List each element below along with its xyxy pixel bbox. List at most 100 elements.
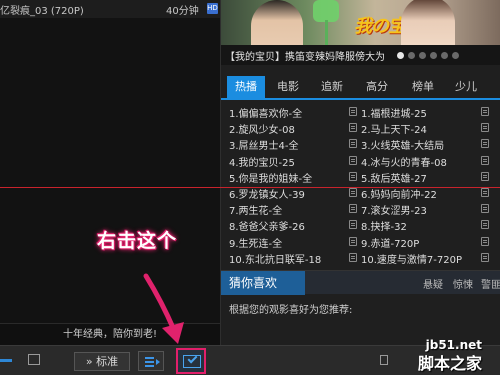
tab-new[interactable]: 追新 bbox=[317, 76, 347, 98]
details-icon[interactable] bbox=[481, 236, 489, 246]
details-icon[interactable] bbox=[481, 188, 489, 197]
fullscreen-icon[interactable] bbox=[28, 354, 40, 365]
side-panel-toggle-button[interactable] bbox=[176, 348, 206, 374]
annotation-arrow-icon bbox=[143, 273, 184, 344]
list-item[interactable]: 5.敌后英雄-27 bbox=[361, 169, 489, 185]
guide-line bbox=[0, 187, 500, 188]
details-icon[interactable] bbox=[481, 204, 489, 214]
playlist-arrow-icon bbox=[156, 359, 160, 365]
tag-crime[interactable]: 警匪 bbox=[481, 276, 500, 291]
promo-banner[interactable]: 我の宝贝 bbox=[221, 0, 500, 45]
details-icon[interactable] bbox=[349, 236, 357, 246]
list-item[interactable]: 5.你是我的姐妹-全 bbox=[229, 169, 357, 185]
quality-button[interactable]: » 标准 bbox=[74, 352, 130, 371]
settings-icon[interactable] bbox=[380, 355, 388, 365]
list-item-title[interactable]: 6.妈妈向前冲-22 bbox=[361, 186, 437, 201]
details-icon[interactable] bbox=[481, 107, 489, 116]
tag-thriller[interactable]: 惊悚 bbox=[453, 276, 473, 291]
volume-slider[interactable] bbox=[0, 359, 12, 362]
carousel-dot[interactable] bbox=[430, 52, 437, 59]
details-icon[interactable] bbox=[349, 107, 357, 116]
list-item[interactable]: 7.两生花-全 bbox=[229, 201, 357, 217]
list-item[interactable]: 4.冰与火的青春-08 bbox=[361, 153, 489, 169]
list-item[interactable]: 2.旋风少女-08 bbox=[229, 120, 357, 136]
banner-actor-image bbox=[251, 0, 303, 45]
list-item-title[interactable]: 9.生死连-全 bbox=[229, 235, 282, 250]
banner-caption-bar[interactable]: 【我的宝贝】携笛变辣妈降服傍大为 bbox=[221, 45, 500, 65]
details-icon[interactable] bbox=[349, 123, 357, 133]
details-icon[interactable] bbox=[349, 252, 357, 262]
list-item[interactable]: 10.东北抗日联军-18 bbox=[229, 250, 357, 266]
tab-movies[interactable]: 电影 bbox=[273, 76, 303, 98]
video-list: 1.偏偏喜欢你-全 2.旋风少女-08 3.屌丝男士4-全 4.我的宝贝-25 5.你是… bbox=[221, 104, 500, 266]
banner-caption[interactable]: 【我的宝贝】携笛变辣妈降服傍大为 bbox=[225, 48, 385, 63]
list-item[interactable]: 1.福根进城-25 bbox=[361, 104, 489, 120]
details-icon[interactable] bbox=[349, 188, 357, 197]
player-title-bar: 亿裂痕_03 (720P) 40分钟 HD bbox=[0, 0, 220, 18]
list-item-title[interactable]: 1.偏偏喜欢你-全 bbox=[229, 105, 302, 120]
list-item-title[interactable]: 8.爸爸父亲爹-26 bbox=[229, 218, 305, 233]
carousel-dot[interactable] bbox=[419, 52, 426, 59]
list-item[interactable]: 3.屌丝男士4-全 bbox=[229, 136, 357, 152]
tab-top-rated[interactable]: 高分 bbox=[362, 76, 392, 98]
details-icon[interactable] bbox=[481, 155, 489, 165]
category-tabs: 热播 电影 追新 高分 榜单 少儿 bbox=[221, 76, 500, 100]
tab-rankings[interactable]: 榜单 bbox=[408, 76, 438, 98]
details-icon[interactable] bbox=[349, 155, 357, 165]
list-item[interactable]: 8.爸爸父亲爹-26 bbox=[229, 217, 357, 233]
details-icon[interactable] bbox=[349, 220, 357, 230]
details-icon[interactable] bbox=[481, 171, 489, 181]
list-item[interactable]: 9.赤道-720P bbox=[361, 234, 489, 250]
banner-prop-handle bbox=[325, 20, 328, 45]
carousel-dot[interactable] bbox=[397, 52, 404, 59]
recommend-bar: 猜你喜欢 悬疑 惊悚 警匪 bbox=[221, 270, 500, 295]
list-item-title[interactable]: 7.两生花-全 bbox=[229, 202, 282, 217]
tab-hot[interactable]: 热播 bbox=[227, 76, 265, 98]
details-icon[interactable] bbox=[349, 139, 357, 149]
list-item-title[interactable]: 2.马上天下-24 bbox=[361, 121, 427, 136]
details-icon[interactable] bbox=[349, 204, 357, 214]
list-item-title[interactable]: 5.敌后英雄-27 bbox=[361, 170, 427, 185]
list-item-title[interactable]: 3.屌丝男士4-全 bbox=[229, 137, 299, 152]
list-item-title[interactable]: 10.速度与激情7-720P bbox=[361, 251, 462, 266]
list-item[interactable]: 3.火线英雄-大结局 bbox=[361, 136, 489, 152]
carousel-dot[interactable] bbox=[408, 52, 415, 59]
list-item[interactable]: 4.我的宝贝-25 bbox=[229, 153, 357, 169]
list-item[interactable]: 7.滚女涩男-23 bbox=[361, 201, 489, 217]
details-icon[interactable] bbox=[349, 171, 357, 181]
list-item-title[interactable]: 3.火线英雄-大结局 bbox=[361, 137, 444, 152]
list-item-title[interactable]: 7.滚女涩男-23 bbox=[361, 202, 427, 217]
list-item-title[interactable]: 10.东北抗日联军-18 bbox=[229, 251, 321, 266]
playlist-icon-line bbox=[145, 365, 154, 367]
list-item-title[interactable]: 6.罗龙镇女人-39 bbox=[229, 186, 305, 201]
details-icon[interactable] bbox=[481, 220, 489, 230]
details-icon[interactable] bbox=[481, 252, 489, 262]
list-item-title[interactable]: 1.福根进城-25 bbox=[361, 105, 427, 120]
tag-suspense[interactable]: 悬疑 bbox=[423, 276, 443, 291]
list-item[interactable]: 10.速度与激情7-720P bbox=[361, 250, 489, 266]
details-icon[interactable] bbox=[481, 139, 489, 149]
playlist-button[interactable] bbox=[138, 351, 164, 371]
details-icon[interactable] bbox=[481, 123, 489, 133]
tab-kids[interactable]: 少儿 bbox=[451, 76, 481, 98]
banner-actress-image bbox=[401, 0, 455, 45]
hd-badge: HD bbox=[207, 3, 218, 14]
list-item-title[interactable]: 9.赤道-720P bbox=[361, 235, 419, 250]
recommend-title[interactable]: 猜你喜欢 bbox=[221, 271, 305, 295]
list-item-title[interactable]: 5.你是我的姐妹-全 bbox=[229, 170, 312, 185]
carousel-dot[interactable] bbox=[452, 52, 459, 59]
list-item-title[interactable]: 2.旋风少女-08 bbox=[229, 121, 295, 136]
banner-prop-image bbox=[313, 0, 339, 22]
list-item[interactable]: 1.偏偏喜欢你-全 bbox=[229, 104, 357, 120]
playlist-icon-line bbox=[145, 361, 154, 363]
video-duration: 40分钟 bbox=[166, 6, 199, 17]
watermark: jb51.net 脚本之家 bbox=[418, 338, 482, 374]
watermark-name: 脚本之家 bbox=[418, 354, 483, 373]
list-item[interactable]: 9.生死连-全 bbox=[229, 234, 357, 250]
carousel-dot[interactable] bbox=[441, 52, 448, 59]
list-item-title[interactable]: 8.抉择-32 bbox=[361, 218, 407, 233]
list-item[interactable]: 8.抉择-32 bbox=[361, 217, 489, 233]
list-item-title[interactable]: 4.冰与火的青春-08 bbox=[361, 154, 447, 169]
list-item[interactable]: 2.马上天下-24 bbox=[361, 120, 489, 136]
list-item-title[interactable]: 4.我的宝贝-25 bbox=[229, 154, 295, 169]
